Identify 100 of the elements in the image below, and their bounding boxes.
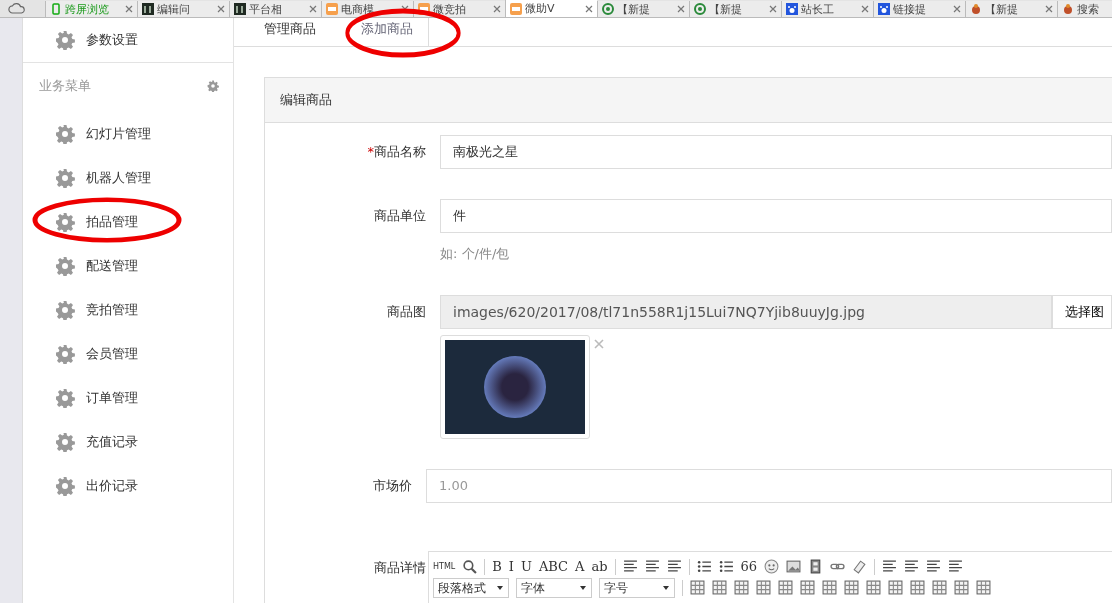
dropdown[interactable]: 字体: [516, 577, 592, 598]
close-icon[interactable]: [217, 5, 225, 13]
sidebar-item[interactable]: 机器人管理: [23, 156, 233, 200]
swirl-icon: [602, 3, 614, 15]
table-icon[interactable]: [756, 580, 771, 595]
table-icon[interactable]: [712, 580, 727, 595]
sidebar-item[interactable]: 配送管理: [23, 244, 233, 288]
align-icon[interactable]: [666, 559, 682, 574]
browser-tab[interactable]: 【新提: [965, 1, 1057, 17]
bug-icon: [1062, 3, 1074, 15]
dropdown[interactable]: 段落格式: [433, 577, 509, 598]
align-icon[interactable]: [622, 559, 638, 574]
table-icon[interactable]: [954, 580, 969, 595]
paw-icon: [878, 3, 890, 15]
field-label: *商品名称: [366, 143, 427, 161]
browser-tab[interactable]: 平台相: [229, 1, 321, 17]
choose-image-button[interactable]: 选择图: [1052, 295, 1112, 329]
sidebar-item[interactable]: 拍品管理: [23, 200, 233, 244]
table-icon[interactable]: [690, 580, 705, 595]
close-icon[interactable]: [125, 5, 133, 13]
sidebar-item[interactable]: 充值记录: [23, 420, 233, 464]
gear-icon: [55, 432, 75, 452]
table-icon[interactable]: [734, 580, 749, 595]
remove-icon[interactable]: [594, 339, 604, 349]
input-field[interactable]: 件: [440, 199, 1112, 233]
toolbar-button[interactable]: A: [575, 559, 585, 574]
close-icon[interactable]: [1045, 5, 1053, 13]
caret-icon: [496, 583, 504, 592]
browser-tab[interactable]: 搜索: [1057, 1, 1112, 17]
browser-tab[interactable]: 站长工: [781, 1, 873, 17]
table-icon[interactable]: [866, 580, 881, 595]
table-icon[interactable]: [844, 580, 859, 595]
help-text: 如: 个/件/包: [440, 245, 511, 263]
browser-tab[interactable]: 编辑问: [137, 1, 229, 17]
section-title: 业务菜单: [39, 76, 91, 95]
gear-icon: [55, 476, 75, 496]
table-icon[interactable]: [778, 580, 793, 595]
close-icon[interactable]: [953, 5, 961, 13]
toolbar-button[interactable]: I: [508, 559, 514, 574]
phone-icon: [50, 3, 62, 15]
sidebar-item[interactable]: 出价记录: [23, 464, 233, 508]
toolbar-button[interactable]: U: [520, 559, 532, 574]
table-icon[interactable]: [976, 580, 991, 595]
align-icon[interactable]: [882, 559, 898, 574]
thumbnail-icon: [142, 3, 154, 15]
close-icon[interactable]: [309, 5, 317, 13]
align-icon[interactable]: [926, 559, 942, 574]
input-field[interactable]: images/620/2017/08/tl71n558R1j15Lui7NQ7Yjib8uuyJg.jpg: [440, 295, 1052, 329]
gear-icon: [55, 30, 75, 50]
list-icon[interactable]: [696, 559, 712, 574]
browser-tab[interactable]: 【新提: [689, 1, 781, 17]
sidebar-item[interactable]: 参数设置: [23, 18, 233, 62]
logo-icon: [326, 3, 338, 15]
bug-icon: [970, 3, 982, 15]
gear-icon: [55, 168, 75, 188]
tab[interactable]: 管理商品: [249, 18, 331, 46]
toolbar-button[interactable]: B: [492, 559, 502, 574]
gear-icon: [55, 256, 75, 276]
table-icon[interactable]: [800, 580, 815, 595]
magnifier-icon[interactable]: [462, 559, 478, 574]
gear-icon[interactable]: [207, 79, 219, 92]
cloud-icon[interactable]: [8, 2, 26, 15]
align-icon[interactable]: [948, 559, 964, 574]
gear-icon: [55, 300, 75, 320]
toolbar-button[interactable]: ab: [591, 559, 608, 574]
table-icon[interactable]: [888, 580, 903, 595]
close-icon[interactable]: [769, 5, 777, 13]
smiley-icon[interactable]: [764, 559, 780, 574]
browser-tab[interactable]: 链接提: [873, 1, 965, 17]
field-label: 商品单位: [373, 207, 427, 225]
sidebar-item[interactable]: 幻灯片管理: [23, 112, 233, 156]
table-icon[interactable]: [910, 580, 925, 595]
gear-icon: [55, 388, 75, 408]
table-icon[interactable]: [822, 580, 837, 595]
caret-icon: [662, 583, 670, 592]
input-field[interactable]: 南极光之星: [440, 135, 1112, 169]
sidebar-item[interactable]: 竞拍管理: [23, 288, 233, 332]
align-icon[interactable]: [904, 559, 920, 574]
toolbar-button[interactable]: ABC: [538, 559, 569, 574]
gear-icon: [55, 212, 75, 232]
align-icon[interactable]: [644, 559, 660, 574]
close-icon[interactable]: [861, 5, 869, 13]
paw-icon: [786, 3, 798, 15]
swirl-icon: [694, 3, 706, 15]
image-icon[interactable]: [786, 559, 802, 574]
dropdown[interactable]: 字号: [599, 577, 675, 598]
browser-tab[interactable]: 微助V: [505, 0, 597, 17]
toolbar-button[interactable]: 66: [740, 559, 758, 574]
close-icon[interactable]: [585, 4, 593, 13]
sidebar-item[interactable]: 订单管理: [23, 376, 233, 420]
sidebar-item[interactable]: 会员管理: [23, 332, 233, 376]
close-icon[interactable]: [493, 5, 501, 13]
table-icon[interactable]: [932, 580, 947, 595]
eraser-icon[interactable]: [852, 559, 868, 574]
field-label: 市场价: [372, 477, 413, 495]
list-icon[interactable]: [718, 559, 734, 574]
field-label: 商品图: [386, 303, 427, 321]
browser-tab[interactable]: 【新提: [597, 1, 689, 17]
close-icon[interactable]: [677, 5, 685, 13]
toolbar-button[interactable]: HTML: [433, 562, 456, 571]
